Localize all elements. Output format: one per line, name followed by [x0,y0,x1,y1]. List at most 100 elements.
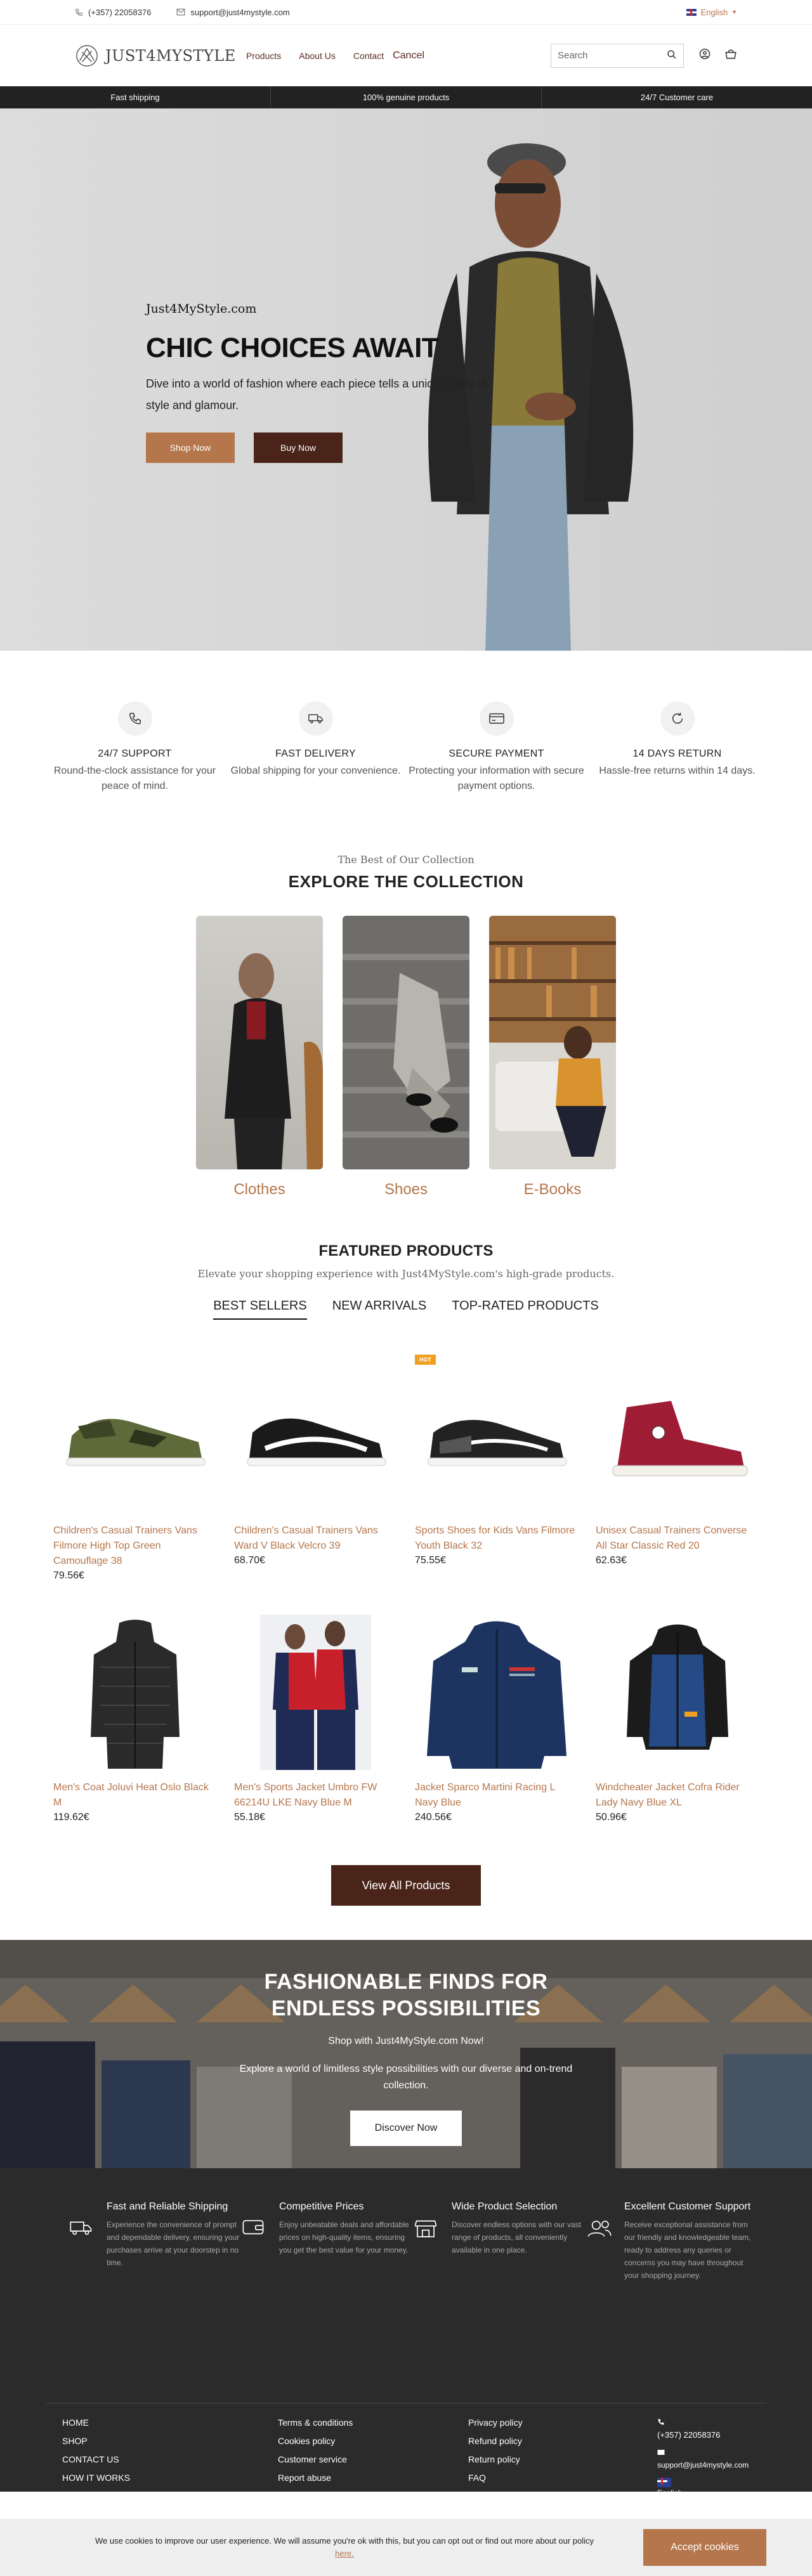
footer-feature-text: Discover endless options with our vast r… [452,2220,582,2254]
site-footer: Fast and Reliable Shipping Experience th… [0,2168,812,2508]
discover-now-button[interactable]: Discover Now [350,2111,462,2146]
featured-section: FEATURED PRODUCTS Elevate your shopping … [0,1242,812,1940]
footer-link-how-it-works[interactable]: HOW IT WORKS [62,2472,278,2484]
cookie-message-wrap: We use cookies to improve our user exper… [46,2535,643,2560]
collection-section: The Best of Our Collection EXPLORE THE C… [0,854,812,1242]
product-name[interactable]: Children's Casual Trainers Vans Filmore … [53,1523,216,1569]
footer-feature-text: Receive exceptional assistance from our … [624,2220,751,2280]
user-icon[interactable] [699,48,710,63]
collection-card-clothes[interactable]: Clothes [196,916,323,1199]
footer-link-cookies[interactable]: Cookies policy [278,2435,468,2447]
product-name[interactable]: Men's Coat Joluvi Heat Oslo Black M [53,1780,216,1811]
footer-divider [46,2403,766,2404]
tab-best-sellers[interactable]: BEST SELLERS [213,1299,307,1320]
tab-new-arrivals[interactable]: NEW ARRIVALS [332,1299,427,1320]
collection-card-ebooks[interactable]: E-Books [489,916,616,1199]
product-card[interactable]: Jacket Sparco Martini Racing L Navy Blue… [415,1615,578,1871]
footer-feature-support: Excellent Customer Support Receive excep… [587,2200,752,2282]
collection-card-shoes[interactable]: Shoes [343,916,469,1199]
footer-link-contact-us[interactable]: CONTACT US [62,2454,278,2466]
nav-contact[interactable]: Contact [353,51,384,61]
footer-link-refund[interactable]: Refund policy [468,2435,657,2447]
cookie-message: We use cookies to improve our user exper… [95,2536,594,2546]
footer-phone[interactable]: (+357) 22058376 [657,2417,771,2441]
product-card[interactable]: Children's Casual Trainers Vans Ward V B… [234,1358,397,1615]
topbar-email-text: support@just4mystyle.com [190,7,290,17]
nav-about-us[interactable]: About Us [299,51,336,61]
product-price: 62.63€ [596,1555,627,1566]
service-title: SECURE PAYMENT [449,748,544,759]
language-label: English [700,7,728,17]
truck-icon [70,2200,98,2282]
product-price: 68.70€ [234,1555,265,1566]
footer-link-customer-service[interactable]: Customer service [278,2454,468,2466]
nav-products[interactable]: Products [246,51,281,61]
product-price: 240.56€ [415,1812,452,1823]
topbar-phone-text: (+357) 22058376 [88,7,152,17]
footer-language-selector[interactable]: English ▼ [657,2478,771,2511]
product-name[interactable]: Jacket Sparco Martini Racing L Navy Blue [415,1780,578,1811]
site-header: JUST4MYSTYLE Products About Us Contact C… [0,24,812,86]
footer-feature-prices: Competitive Prices Enjoy unbeatable deal… [242,2200,415,2282]
featured-title: FEATURED PRODUCTS [318,1242,494,1259]
product-name[interactable]: Children's Casual Trainers Vans Ward V B… [234,1523,397,1554]
collection-label[interactable]: Shoes [343,1181,469,1199]
footer-link-terms[interactable]: Terms & conditions [278,2417,468,2429]
service-support: 24/7 SUPPORT Round-the-clock assistance … [44,701,225,854]
product-name[interactable]: Windcheater Jacket Cofra Rider Lady Navy… [596,1780,759,1811]
cookie-policy-link[interactable]: here. [335,2549,354,2558]
topbar-email[interactable]: support@just4mystyle.com [176,7,290,17]
product-card[interactable]: HOT Sports Shoes for Kids Vans Filmore Y… [415,1355,578,1615]
product-name[interactable]: Unisex Casual Trainers Converse All Star… [596,1523,759,1554]
footer-email[interactable]: support@just4mystyle.com [657,2447,771,2471]
product-card[interactable]: Men's Sports Jacket Umbro FW 66214U LKE … [234,1615,397,1871]
site-logo[interactable]: JUST4MYSTYLE [75,44,246,68]
services-section: 24/7 SUPPORT Round-the-clock assistance … [0,651,812,854]
product-card[interactable]: Unisex Casual Trainers Converse All Star… [596,1358,759,1615]
search-icon[interactable] [667,49,677,62]
collection-label[interactable]: Clothes [196,1181,323,1199]
product-image [596,1358,759,1513]
users-icon [587,2200,615,2282]
footer-link-privacy[interactable]: Privacy policy [468,2417,657,2429]
main-nav: Products About Us Contact Cancel [246,50,424,62]
product-card[interactable]: Children's Casual Trainers Vans Filmore … [53,1358,216,1615]
product-name[interactable]: Sports Shoes for Kids Vans Filmore Youth… [415,1523,578,1554]
collection-subtitle: The Best of Our Collection [337,854,475,866]
product-image [234,1358,397,1513]
footer-link-report-abuse[interactable]: Report abuse [278,2472,468,2484]
footer-link-shop[interactable]: SHOP [62,2435,278,2447]
footer-feature-shipping: Fast and Reliable Shipping Experience th… [70,2200,242,2282]
language-selector[interactable]: English ▼ [686,8,737,17]
footer-link-faq[interactable]: FAQ [468,2472,657,2484]
product-name[interactable]: Men's Sports Jacket Umbro FW 66214U LKE … [234,1780,397,1811]
cancel-link[interactable]: Cancel [393,50,424,62]
mail-icon [657,2447,771,2459]
banner-title-line2: ENDLESS POSSIBILITIES [271,1996,541,2020]
cart-icon[interactable] [724,48,737,63]
footer-feature-title: Fast and Reliable Shipping [107,2201,228,2212]
product-price: 50.96€ [596,1812,627,1823]
accept-cookies-button[interactable]: Accept cookies [643,2529,766,2566]
top-info-bar: (+357) 22058376 support@just4mystyle.com… [0,0,812,24]
search-box[interactable]: Search [551,43,684,68]
buy-now-button[interactable]: Buy Now [254,433,343,463]
footer-link-return[interactable]: Return policy [468,2454,657,2466]
product-card[interactable]: Men's Coat Joluvi Heat Oslo Black M 119.… [53,1615,216,1871]
footer-link-login[interactable]: LOGIN [62,2490,278,2502]
strip-genuine-products: 100% genuine products [271,86,542,108]
topbar-phone[interactable]: (+357) 22058376 [75,8,151,17]
product-card[interactable]: Windcheater Jacket Cofra Rider Lady Navy… [596,1615,759,1871]
service-title: 14 DAYS RETURN [632,748,722,759]
footer-feature-text: Experience the convenience of prompt and… [107,2220,240,2267]
footer-contact: (+357) 22058376 support@just4mystyle.com… [657,2417,771,2511]
collection-title: EXPLORE THE COLLECTION [288,872,524,891]
collection-label[interactable]: E-Books [489,1181,616,1199]
service-payment: SECURE PAYMENT Protecting your informati… [406,701,587,854]
tab-top-rated[interactable]: TOP-RATED PRODUCTS [452,1299,599,1320]
product-tabs: BEST SELLERS NEW ARRIVALS TOP-RATED PROD… [0,1299,812,1320]
footer-link-home[interactable]: HOME [62,2417,278,2429]
shop-now-button[interactable]: Shop Now [146,433,235,463]
hero-brand: Just4MyStyle.com [146,302,257,316]
service-return: 14 DAYS RETURN Hassle-free returns withi… [587,701,768,854]
